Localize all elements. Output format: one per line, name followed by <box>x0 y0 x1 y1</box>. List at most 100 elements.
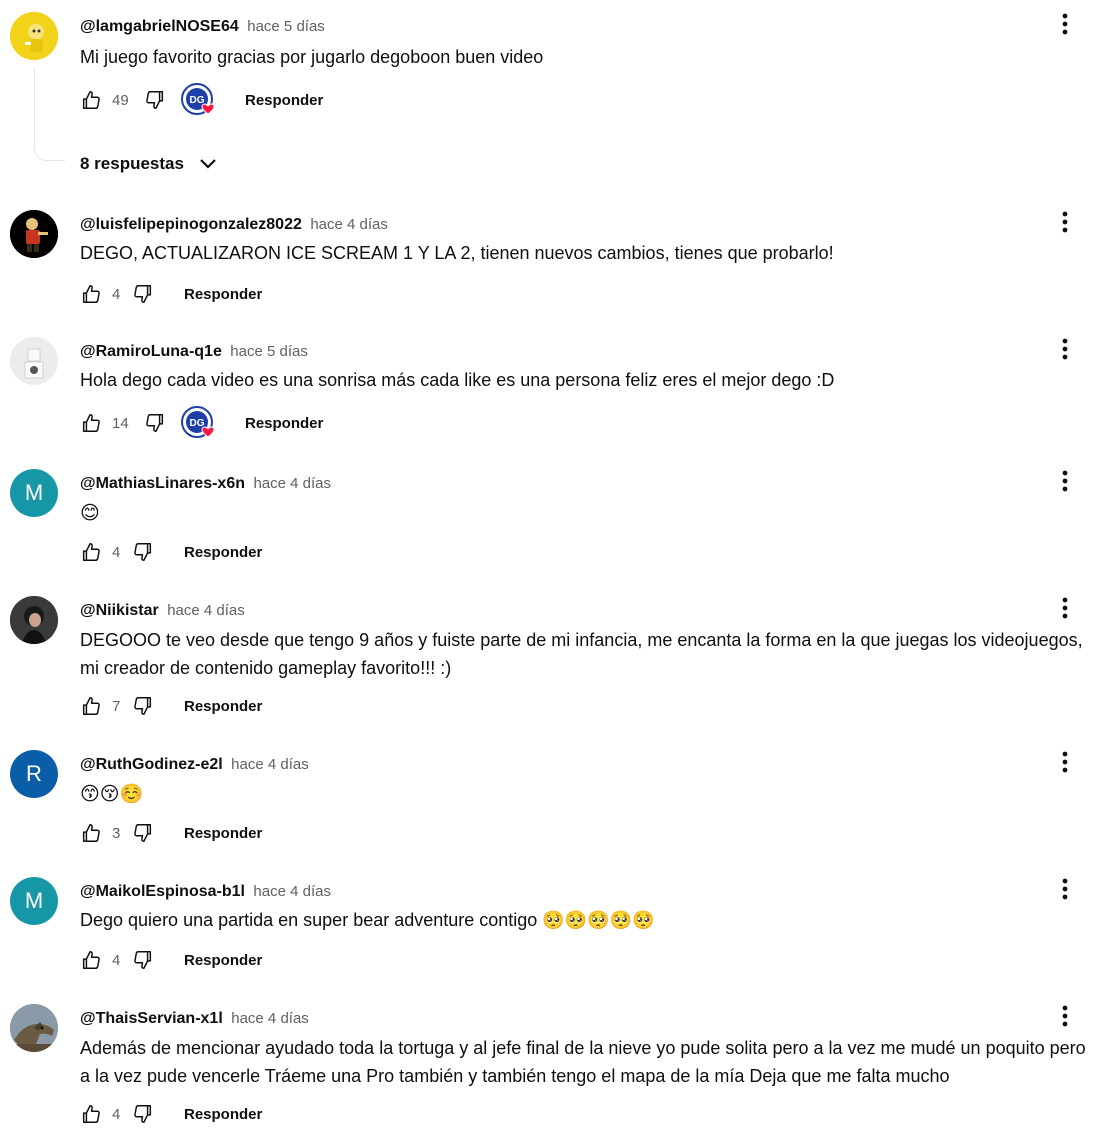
like-count: 4 <box>112 951 121 969</box>
comment-text: 😊 <box>80 503 100 524</box>
comment-text: Además de mencionar ayudado toda la tort… <box>80 1038 1086 1086</box>
creator-heart-badge: DG <box>181 406 215 440</box>
reply-button[interactable]: Responder <box>184 1106 262 1123</box>
comment-actions: 3 Responder <box>80 821 262 845</box>
thumbs-down-icon[interactable] <box>132 822 154 844</box>
comment-author[interactable]: @RamiroLuna-q1e <box>80 343 222 360</box>
thumbs-up-icon[interactable] <box>80 283 102 305</box>
comment-text: Mi juego favorito gracias por jugarlo de… <box>80 47 544 67</box>
like-count: 7 <box>112 697 121 715</box>
like-count: 3 <box>112 824 121 842</box>
comment-time[interactable]: hace 5 días <box>230 343 308 360</box>
thumbs-down-icon[interactable] <box>132 283 154 305</box>
thumbs-down-icon[interactable] <box>132 1103 154 1125</box>
replies-toggle[interactable]: 8 respuestas <box>80 152 220 176</box>
like-count: 14 <box>112 414 129 432</box>
user-avatar[interactable]: M <box>10 877 58 925</box>
comment-header: @ThaisServian-x1l hace 4 días <box>80 1010 309 1028</box>
avatar-letter: M <box>24 480 44 505</box>
comment-actions: 4 Responder <box>80 1102 262 1126</box>
comment-time[interactable]: hace 4 días <box>253 475 331 492</box>
comment-header: @luisfelipepinogonzalez8022 hace 4 días <box>80 216 388 234</box>
comment-author[interactable]: @MathiasLinares-x6n <box>80 475 245 492</box>
thumbs-up-icon[interactable] <box>80 822 102 844</box>
reply-button[interactable]: Responder <box>184 286 262 303</box>
more-options-icon[interactable] <box>1054 750 1076 774</box>
more-options-icon[interactable] <box>1054 210 1076 234</box>
character-avatar-black-bg-icon <box>10 210 58 258</box>
comment-actions: 4 Responder <box>80 540 262 564</box>
reply-button[interactable]: Responder <box>184 544 262 561</box>
avatar-letter: R <box>26 761 42 786</box>
comment-text: Hola dego cada video es una sonrisa más … <box>80 370 835 390</box>
comment-actions: 4 Responder <box>80 282 262 306</box>
thumbs-up-icon[interactable] <box>80 541 102 563</box>
reply-button[interactable]: Responder <box>184 825 262 842</box>
creator-heart-badge: DG <box>181 83 215 117</box>
comment-author[interactable]: @ThaisServian-x1l <box>80 1010 223 1027</box>
thumbs-up-icon[interactable] <box>80 1103 102 1125</box>
comment-time[interactable]: hace 5 días <box>247 18 325 35</box>
comment-time[interactable]: hace 4 días <box>310 216 388 233</box>
comment-text: DEGO, ACTUALIZARON ICE SCREAM 1 Y LA 2, … <box>80 243 834 263</box>
comment-text: 😙😚☺️ <box>80 784 144 805</box>
user-avatar[interactable] <box>10 12 58 60</box>
more-options-icon[interactable] <box>1054 12 1076 36</box>
more-options-icon[interactable] <box>1054 877 1076 901</box>
thumbs-down-icon[interactable] <box>132 541 154 563</box>
reply-button[interactable]: Responder <box>245 415 323 432</box>
comment-author[interactable]: @lamgabrielNOSE64 <box>80 18 239 35</box>
reply-button[interactable]: Responder <box>184 952 262 969</box>
like-count: 49 <box>112 91 129 109</box>
reply-button[interactable]: Responder <box>245 92 323 109</box>
like-count: 4 <box>112 285 121 303</box>
like-count: 4 <box>112 1105 121 1123</box>
thumbs-down-icon[interactable] <box>132 695 154 717</box>
comment-author[interactable]: @RuthGodinez-e2l <box>80 756 223 773</box>
user-avatar[interactable]: M <box>10 469 58 517</box>
user-avatar[interactable] <box>10 337 58 385</box>
thumbs-up-icon[interactable] <box>80 695 102 717</box>
thumbs-up-icon[interactable] <box>80 412 102 434</box>
replies-count: 8 respuestas <box>80 154 184 173</box>
thread-line <box>34 68 65 161</box>
comment-header: @MaikolEspinosa-b1l hace 4 días <box>80 883 331 901</box>
comment-actions: 4 Responder <box>80 948 262 972</box>
thumbs-up-icon[interactable] <box>80 89 102 111</box>
comment-header: @lamgabrielNOSE64 hace 5 días <box>80 18 325 36</box>
more-options-icon[interactable] <box>1054 469 1076 493</box>
creator-avatar-icon: DG <box>181 83 215 115</box>
comment-text: DEGOOO te veo desde que tengo 9 años y f… <box>80 630 1083 678</box>
more-options-icon[interactable] <box>1054 337 1076 361</box>
user-avatar[interactable]: R <box>10 750 58 798</box>
comment-header: @MathiasLinares-x6n hace 4 días <box>80 475 331 493</box>
comment-author[interactable]: @MaikolEspinosa-b1l <box>80 883 245 900</box>
user-avatar[interactable] <box>10 596 58 644</box>
dinosaur-photo-avatar-icon <box>10 1004 58 1052</box>
thumbs-up-icon[interactable] <box>80 949 102 971</box>
comment-header: @RuthGodinez-e2l hace 4 días <box>80 756 309 774</box>
reply-button[interactable]: Responder <box>184 698 262 715</box>
comment-actions: 14 DG Responder <box>80 406 323 438</box>
gold-character-avatar-icon <box>10 12 58 60</box>
comment-author[interactable]: @luisfelipepinogonzalez8022 <box>80 216 302 233</box>
grey-blocky-avatar-icon <box>10 337 58 385</box>
comment-time[interactable]: hace 4 días <box>167 602 245 619</box>
comment-text: Dego quiero una partida en super bear ad… <box>80 910 655 930</box>
thumbs-down-icon[interactable] <box>144 89 166 111</box>
thumbs-down-icon[interactable] <box>132 949 154 971</box>
comment-header: @RamiroLuna-q1e hace 5 días <box>80 343 308 361</box>
thumbs-down-icon[interactable] <box>144 412 166 434</box>
comment-time[interactable]: hace 4 días <box>231 1010 309 1027</box>
dark-hair-photo-avatar-icon <box>10 596 58 644</box>
chevron-down-icon <box>200 159 216 169</box>
more-options-icon[interactable] <box>1054 1004 1076 1028</box>
user-avatar[interactable] <box>10 1004 58 1052</box>
comment-time[interactable]: hace 4 días <box>253 883 331 900</box>
comment-author[interactable]: @Niikistar <box>80 602 159 619</box>
comment-time[interactable]: hace 4 días <box>231 756 309 773</box>
like-count: 4 <box>112 543 121 561</box>
user-avatar[interactable] <box>10 210 58 258</box>
comment-header: @Niikistar hace 4 días <box>80 602 245 620</box>
more-options-icon[interactable] <box>1054 596 1076 620</box>
